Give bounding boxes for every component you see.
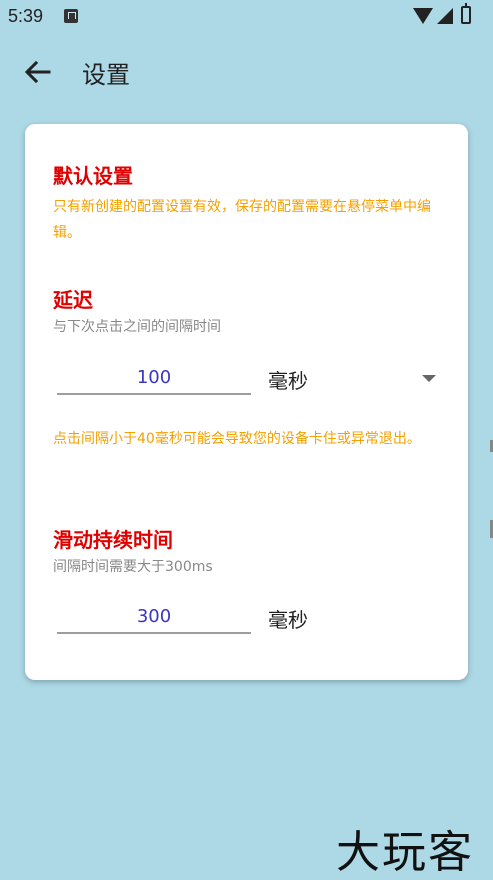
default-settings-title: 默认设置 xyxy=(53,164,133,188)
watermark-logo: 大玩客 xyxy=(336,827,474,878)
arrow-left-icon xyxy=(24,60,51,84)
default-settings-note: 只有新创建的配置设置有效，保存的配置需要在悬停菜单中编辑。 xyxy=(53,199,431,241)
page-title: 设置 xyxy=(82,61,130,89)
swipe-duration-description: 间隔时间需要大于300ms xyxy=(53,559,213,575)
cellular-signal-icon xyxy=(437,8,453,24)
dropdown-arrow-icon[interactable] xyxy=(422,375,436,382)
status-bar: 5:39 xyxy=(0,0,493,36)
battery-icon xyxy=(461,3,471,24)
settings-card: 默认设置 只有新创建的配置设置有效，保存的配置需要在悬停菜单中编辑。 延迟 与下… xyxy=(25,124,468,680)
delay-unit-select[interactable]: 毫秒 xyxy=(268,365,308,394)
delay-warning: 点击间隔小于40毫秒可能会导致您的设备卡住或异常退出。 xyxy=(53,431,421,447)
delay-description: 与下次点击之间的间隔时间 xyxy=(53,319,221,335)
swipe-duration-title: 滑动持续时间 xyxy=(53,528,173,552)
status-icons xyxy=(413,3,483,26)
wifi-icon xyxy=(413,8,433,24)
status-time: 5:39 xyxy=(8,6,44,26)
notification-icon xyxy=(64,9,78,23)
back-button[interactable] xyxy=(22,56,54,88)
delay-title: 延迟 xyxy=(53,288,93,312)
swipe-duration-unit: 毫秒 xyxy=(268,608,308,632)
delay-input[interactable]: 100 xyxy=(57,363,251,395)
swipe-duration-input[interactable]: 300 xyxy=(57,602,251,634)
app-bar: 设置 xyxy=(0,36,493,108)
